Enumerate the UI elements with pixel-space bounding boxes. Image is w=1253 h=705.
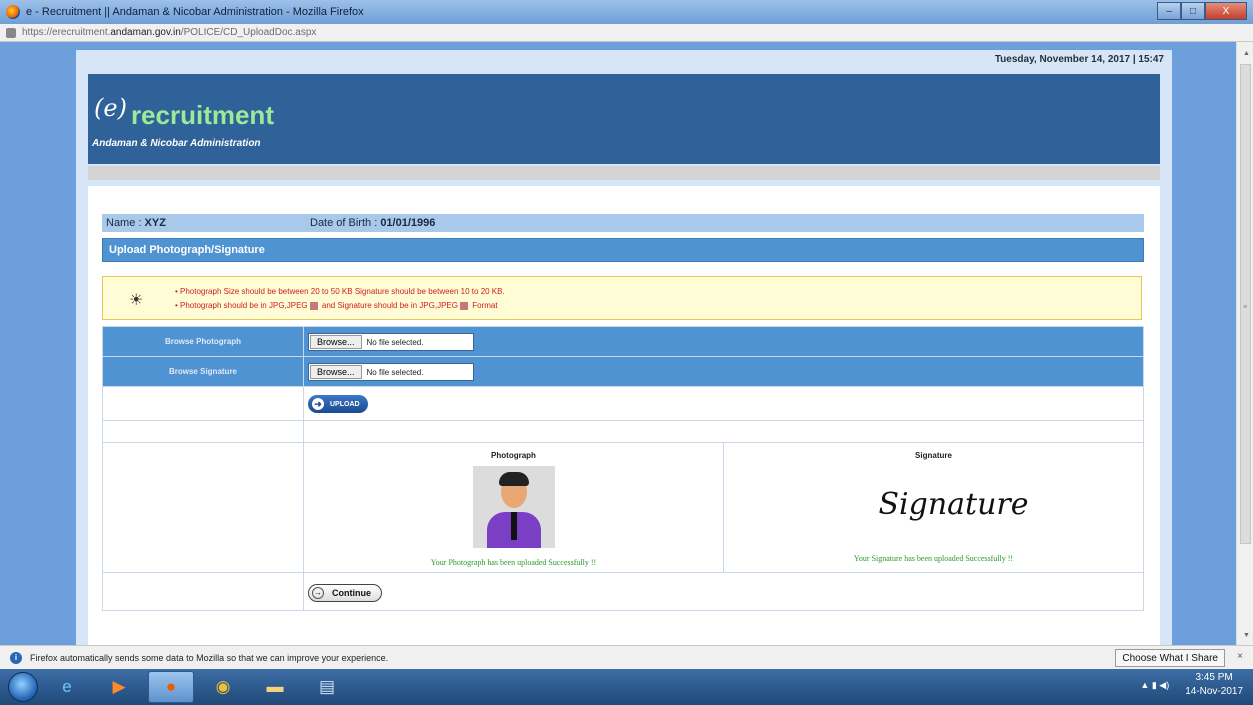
notice-line-format: • Photograph should be in JPG,JPEG and S…: [175, 301, 498, 310]
signature-upload-label: Browse Signature: [102, 356, 304, 387]
choose-what-i-share-button[interactable]: Choose What I Share: [1115, 649, 1225, 667]
scroll-up-icon[interactable]: ▲: [1243, 50, 1250, 57]
system-clock[interactable]: 3:45 PM 14-Nov-2017: [1185, 671, 1243, 699]
candidate-name: Name : XYZ: [106, 217, 166, 229]
spacer-row: [102, 420, 1144, 443]
photo-file-input[interactable]: Browse... No file selected.: [308, 333, 474, 351]
upload-button[interactable]: ➜ UPLOAD: [308, 395, 368, 413]
window-titlebar: e - Recruitment || Andaman & Nicobar Adm…: [0, 0, 1253, 24]
upload-row: ➜ UPLOAD: [102, 386, 1144, 421]
notification-message: Firefox automatically sends some data to…: [30, 652, 389, 663]
vertical-scrollbar[interactable]: ▲ ≡ ▼: [1236, 42, 1253, 645]
photo-file-status: No file selected.: [366, 337, 424, 347]
photo-upload-row: Browse Photograph Browse... No file sele…: [102, 326, 1144, 357]
page-container: Tuesday, November 14, 2017 | 15:47 (e) r…: [76, 50, 1172, 645]
logo-e-mark: (e): [94, 94, 127, 122]
arrow-right-icon: →: [312, 586, 324, 599]
signature-file-input[interactable]: Browse... No file selected.: [308, 363, 474, 381]
photo-preview-cell: Photograph Your Photograph has been uplo…: [303, 442, 724, 573]
photo-caption: Photograph: [491, 451, 536, 460]
image-icon: [459, 301, 468, 310]
firefox-icon: [6, 5, 20, 19]
date-stamp: Tuesday, November 14, 2017 | 15:47: [994, 54, 1164, 65]
close-button[interactable]: X: [1205, 2, 1247, 20]
tray-icons[interactable]: ▲ ▮ ◀): [1140, 680, 1169, 691]
scrollbar-grip-icon: ≡: [1243, 304, 1248, 311]
photo-upload-label: Browse Photograph: [102, 326, 304, 357]
signature-success-message: Your Signature has been uploaded Success…: [853, 554, 1014, 563]
logo-text: recruitment: [130, 100, 274, 130]
window-title: e - Recruitment || Andaman & Nicobar Adm…: [26, 6, 364, 18]
url-text[interactable]: https://erecruitment.andaman.gov.in/POLI…: [22, 27, 316, 38]
photo-preview-image: [472, 466, 555, 548]
signature-preview-cell: Signature Signature Your Signature has b…: [723, 442, 1144, 573]
close-notification-icon[interactable]: ×: [1237, 651, 1243, 662]
notice-text: • Photograph Size should be between 20 t…: [175, 285, 505, 313]
arrow-right-icon: ➜: [312, 398, 324, 410]
signature-caption: Signature: [915, 451, 952, 460]
continue-button[interactable]: → Continue: [308, 583, 382, 602]
window-controls: ‒ □ X: [1157, 2, 1247, 20]
image-icon: [309, 301, 318, 310]
logo-subtitle: Andaman & Nicobar Administration: [92, 138, 261, 149]
minimize-button[interactable]: ‒: [1157, 2, 1181, 20]
chrome-icon[interactable]: ◉: [200, 671, 246, 703]
instructions-notice: ☀ • Photograph Size should be between 20…: [102, 276, 1142, 320]
candidate-dob: Date of Birth : 01/01/1996: [310, 217, 436, 229]
internet-explorer-icon[interactable]: e: [44, 671, 90, 703]
upload-form-table: Browse Photograph Browse... No file sele…: [102, 326, 1144, 611]
nav-strip: [88, 166, 1160, 180]
preview-row: Photograph Your Photograph has been uplo…: [102, 442, 1144, 573]
candidate-info-bar: Name : XYZ Date of Birth : 01/01/1996: [102, 214, 1144, 232]
maximize-button[interactable]: □: [1181, 2, 1205, 20]
signature-preview-image: Signature: [878, 487, 1029, 522]
address-bar[interactable]: https://erecruitment.andaman.gov.in/POLI…: [0, 24, 1253, 42]
browse-photo-button[interactable]: Browse...: [310, 335, 362, 349]
lock-icon: [6, 27, 16, 38]
site-logo: (e) recruitment: [94, 94, 274, 128]
signature-file-status: No file selected.: [366, 367, 424, 377]
browser-viewport: Tuesday, November 14, 2017 | 15:47 (e) r…: [0, 42, 1253, 645]
sun-icon: ☀: [129, 292, 144, 309]
section-title: Upload Photograph/Signature: [102, 238, 1144, 262]
system-tray: ▲ ▮ ◀) 3:45 PM 14-Nov-2017: [1140, 671, 1243, 699]
file-explorer-icon[interactable]: ▬: [252, 671, 298, 703]
word-icon[interactable]: ▤: [304, 671, 350, 703]
firefox-taskbar-icon[interactable]: ●: [148, 671, 194, 703]
scroll-down-icon[interactable]: ▼: [1243, 632, 1250, 639]
media-player-icon[interactable]: ▶: [96, 671, 142, 703]
windows-taskbar: e ▶ ● ◉ ▬ ▤ ▲ ▮ ◀) 3:45 PM 14-Nov-2017: [0, 669, 1253, 705]
signature-upload-row: Browse Signature Browse... No file selec…: [102, 356, 1144, 387]
browse-signature-button[interactable]: Browse...: [310, 365, 362, 379]
photo-success-message: Your Photograph has been uploaded Succes…: [430, 558, 597, 567]
start-button[interactable]: [8, 672, 38, 702]
continue-row: → Continue: [102, 572, 1144, 611]
notice-line-size: • Photograph Size should be between 20 t…: [175, 287, 505, 296]
header-banner: (e) recruitment Andaman & Nicobar Admini…: [88, 74, 1160, 164]
main-content: Name : XYZ Date of Birth : 01/01/1996 Up…: [88, 186, 1160, 645]
info-icon: i: [10, 651, 22, 664]
firefox-notification-bar: i Firefox automatically sends some data …: [0, 645, 1253, 669]
